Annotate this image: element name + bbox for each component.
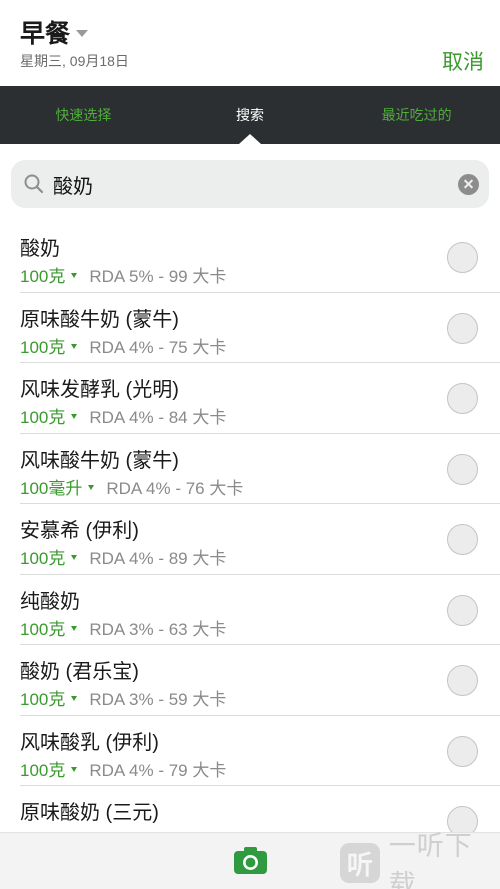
tab-recent[interactable]: 最近吃过的: [333, 86, 500, 144]
bottom-bar: 听 一听下载: [0, 831, 500, 889]
search-input[interactable]: [53, 164, 458, 204]
food-name: 酸奶 (君乐宝): [20, 661, 139, 683]
food-meta: 100克 RDA 5% - 99 大卡: [20, 262, 226, 287]
food-name: 风味酸牛奶 (蒙牛): [20, 449, 179, 472]
food-meta: 100克 RDA 3% - 59 大卡: [20, 685, 226, 710]
portion-label[interactable]: 100克: [20, 544, 65, 569]
tab-quick-select[interactable]: 快速选择: [0, 86, 167, 144]
caret-down-icon[interactable]: [76, 30, 89, 37]
portion-selector[interactable]: 100克: [20, 333, 78, 358]
list-item[interactable]: 风味酸牛奶 (蒙牛) 100毫升 RDA 4% - 76 大卡: [20, 434, 500, 504]
search-icon: [23, 173, 45, 195]
clear-icon[interactable]: [458, 173, 479, 195]
list-item[interactable]: 风味酸乳 (伊利) 100克 RDA 4% - 79 大卡: [20, 716, 500, 786]
portion-label[interactable]: 100克: [20, 615, 65, 640]
list-item[interactable]: 酸奶 100克 RDA 5% - 99 大卡: [20, 222, 500, 293]
select-checkbox[interactable]: [447, 594, 478, 626]
select-checkbox[interactable]: [447, 665, 478, 696]
food-name: 原味酸牛奶 (蒙牛): [20, 308, 179, 331]
food-name: 酸奶: [20, 238, 60, 260]
food-name: 纯酸奶: [20, 590, 80, 613]
caret-down-icon[interactable]: [71, 273, 78, 278]
food-name: 原味酸奶 (三元): [20, 802, 159, 824]
watermark-logo: 听: [340, 843, 380, 883]
caret-down-icon[interactable]: [88, 484, 95, 490]
watermark-text: 一听下载: [388, 831, 473, 889]
food-meta: 100毫升 RDA 4% - 76 大卡: [20, 474, 243, 499]
rda-info: RDA 4% - 79 大卡: [89, 760, 227, 780]
rda-info: RDA 4% - 84 大卡: [89, 408, 227, 427]
portion-label[interactable]: 100克: [20, 333, 65, 358]
portion-selector[interactable]: 100克: [20, 756, 78, 781]
portion-label[interactable]: 100毫升: [20, 474, 82, 499]
search-box[interactable]: [11, 160, 489, 208]
rda-info: RDA 4% - 76 大卡: [106, 478, 244, 498]
caret-down-icon[interactable]: [71, 343, 78, 349]
list-item[interactable]: 安慕希 (伊利) 100克 RDA 4% - 89 大卡: [20, 504, 500, 575]
meal-date: 星期三, 09月18日: [20, 53, 129, 69]
food-meta: 100克 RDA 3% - 63 大卡: [20, 615, 226, 640]
rda-info: RDA 4% - 75 大卡: [89, 337, 227, 357]
cancel-button[interactable]: 取消: [442, 46, 484, 76]
portion-selector[interactable]: 100克: [20, 544, 78, 569]
portion-selector[interactable]: 100克: [20, 685, 78, 710]
search-section: [0, 144, 500, 222]
portion-label[interactable]: 100克: [20, 262, 65, 287]
camera-icon[interactable]: [234, 847, 267, 874]
rda-info: RDA 5% - 99 大卡: [89, 267, 227, 286]
portion-selector[interactable]: 100克: [20, 615, 78, 640]
select-checkbox[interactable]: [447, 312, 478, 344]
list-item[interactable]: 原味酸牛奶 (蒙牛) 100克 RDA 4% - 75 大卡: [20, 293, 500, 363]
list-item[interactable]: 纯酸奶 100克 RDA 3% - 63 大卡: [20, 575, 500, 645]
meal-selector[interactable]: 早餐: [20, 14, 89, 50]
caret-down-icon[interactable]: [71, 414, 78, 419]
select-checkbox[interactable]: [447, 242, 478, 273]
caret-down-icon[interactable]: [71, 766, 78, 772]
watermark: 听 一听下载: [340, 831, 500, 889]
header: 早餐 星期三, 09月18日 取消: [0, 0, 500, 86]
select-checkbox[interactable]: [447, 735, 478, 767]
caret-down-icon[interactable]: [71, 555, 78, 560]
portion-selector[interactable]: 100毫升: [20, 474, 95, 499]
food-meta: 100克 RDA 4% - 75 大卡: [20, 333, 226, 358]
portion-label[interactable]: 100克: [20, 685, 65, 710]
select-checkbox[interactable]: [447, 453, 478, 485]
food-meta: 100克 RDA 4% - 79 大卡: [20, 756, 226, 781]
rda-info: RDA 3% - 63 大卡: [89, 619, 227, 639]
food-name: 风味酸乳 (伊利): [20, 731, 159, 754]
list-item[interactable]: 酸奶 (君乐宝) 100克 RDA 3% - 59 大卡: [20, 645, 500, 716]
select-checkbox[interactable]: [447, 524, 478, 555]
list-item[interactable]: 风味发酵乳 (光明) 100克 RDA 4% - 84 大卡: [20, 363, 500, 434]
rda-info: RDA 4% - 89 大卡: [89, 549, 227, 568]
caret-down-icon[interactable]: [71, 696, 78, 701]
food-meta: 100克 RDA 4% - 84 大卡: [20, 403, 226, 428]
food-name: 安慕希 (伊利): [20, 520, 139, 542]
portion-label[interactable]: 100克: [20, 756, 65, 781]
portion-label[interactable]: 100克: [20, 403, 65, 428]
caret-down-icon[interactable]: [71, 625, 78, 631]
tab-search[interactable]: 搜索: [167, 86, 334, 144]
select-checkbox[interactable]: [447, 383, 478, 414]
food-name: 风味发酵乳 (光明): [20, 379, 179, 401]
tab-bar: 快速选择 搜索 最近吃过的: [0, 86, 500, 144]
rda-info: RDA 3% - 59 大卡: [89, 690, 227, 709]
portion-selector[interactable]: 100克: [20, 262, 78, 287]
portion-selector[interactable]: 100克: [20, 403, 78, 428]
food-meta: 100克 RDA 4% - 89 大卡: [20, 544, 226, 569]
meal-title[interactable]: 早餐: [20, 14, 70, 50]
results-list: 酸奶 100克 RDA 5% - 99 大卡 原味酸牛奶 (蒙牛) 100克 R…: [0, 222, 500, 832]
